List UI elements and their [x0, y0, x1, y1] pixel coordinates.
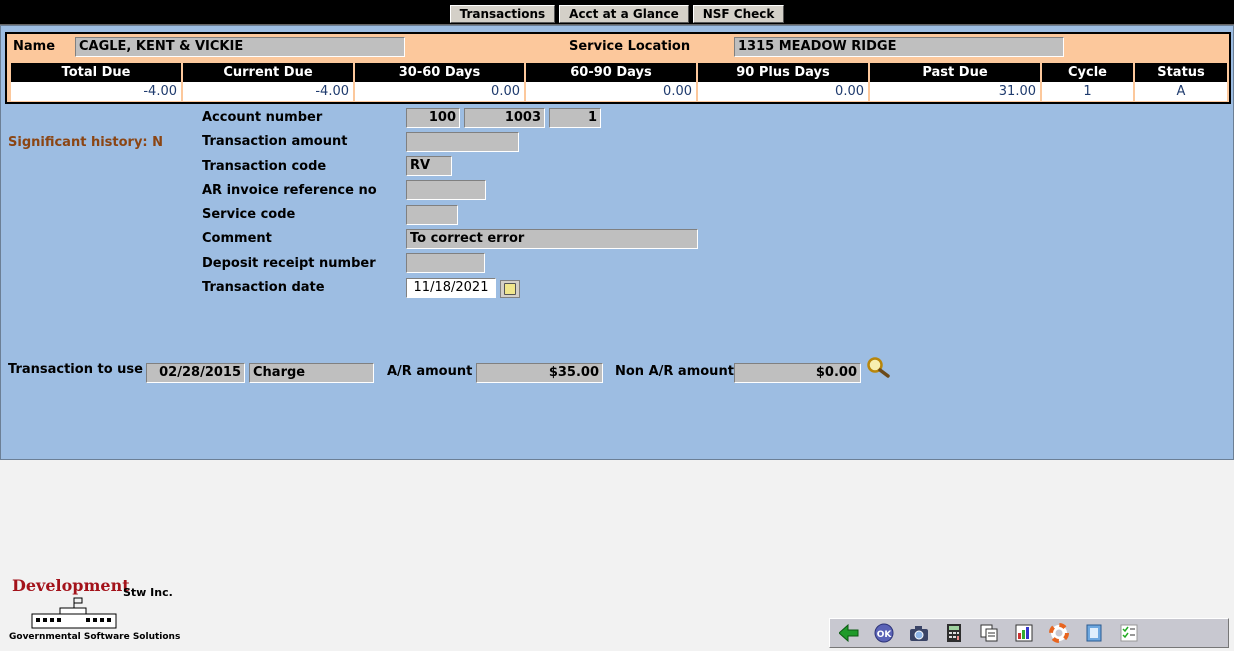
account-header-box: Name CAGLE, KENT & VICKIE Service Locati… — [5, 32, 1231, 104]
checklist-icon[interactable] — [1118, 622, 1140, 644]
transaction-to-use-date: 02/28/2015 — [146, 363, 245, 383]
30-60-days-value: 0.00 — [353, 82, 525, 101]
transaction-date-input[interactable]: 11/18/2021 — [406, 278, 496, 298]
col-cycle: Cycle — [1040, 63, 1134, 82]
calculator-icon[interactable] — [943, 622, 965, 644]
tab-nsf-check[interactable]: NSF Check — [692, 5, 785, 23]
ar-amount-value: $35.00 — [476, 363, 603, 383]
col-30-60-days: 30-60 Days — [353, 63, 525, 82]
bottom-toolbar: OK — [829, 618, 1229, 648]
transaction-date-label: Transaction date — [202, 280, 325, 295]
account-number-label: Account number — [202, 110, 323, 125]
account-number-part-2[interactable]: 1003 — [464, 108, 545, 128]
transaction-code-label: Transaction code — [202, 159, 327, 174]
status-value: A — [1133, 82, 1227, 101]
transaction-to-use-type: Charge — [249, 363, 374, 383]
non-ar-amount-label: Non A/R amount — [615, 364, 734, 379]
account-number-part-1[interactable]: 100 — [406, 108, 460, 128]
top-tab-bar: Transactions Acct at a Glance NSF Check — [0, 0, 1234, 25]
transaction-amount-input[interactable] — [406, 132, 519, 152]
col-total-due: Total Due — [11, 63, 182, 82]
60-90-days-value: 0.00 — [524, 82, 697, 101]
name-label: Name — [13, 39, 56, 54]
summary-header-row: Total Due Current Due 30-60 Days 60-90 D… — [11, 63, 1227, 82]
logo-tagline: Governmental Software Solutions — [9, 632, 181, 642]
ar-invoice-label: AR invoice reference no — [202, 183, 377, 198]
transaction-code-input[interactable]: RV — [406, 156, 452, 176]
svg-text:OK: OK — [877, 630, 893, 640]
comment-input[interactable]: To correct error — [406, 229, 698, 249]
service-location-label: Service Location — [569, 39, 691, 54]
account-number-part-3[interactable]: 1 — [549, 108, 601, 128]
help-lifebuoy-icon[interactable] — [1048, 622, 1070, 644]
copy-icon[interactable] — [978, 622, 1000, 644]
col-status: Status — [1133, 63, 1227, 82]
ar-amount-label: A/R amount — [387, 364, 473, 379]
logo-development-text: Development — [12, 576, 130, 595]
calendar-icon[interactable] — [500, 280, 520, 298]
notes-icon[interactable] — [1083, 622, 1105, 644]
building-icon — [31, 597, 117, 629]
col-past-due: Past Due — [868, 63, 1041, 82]
significant-history: Significant history: N — [8, 135, 164, 150]
ar-invoice-input[interactable] — [406, 180, 486, 200]
deposit-receipt-input[interactable] — [406, 253, 485, 273]
comment-label: Comment — [202, 231, 272, 246]
transaction-amount-label: Transaction amount — [202, 134, 348, 149]
service-code-label: Service code — [202, 207, 296, 222]
company-logo: Development Stw Inc. Governmental Softwa… — [8, 576, 198, 646]
current-due-value: -4.00 — [181, 82, 354, 101]
90-plus-days-value: 0.00 — [696, 82, 869, 101]
summary-value-row: -4.00 -4.00 0.00 0.00 0.00 31.00 1 A — [11, 82, 1227, 101]
name-field: CAGLE, KENT & VICKIE — [75, 37, 405, 57]
service-code-input[interactable] — [406, 205, 458, 225]
tab-transactions[interactable]: Transactions — [449, 5, 556, 23]
back-arrow-icon[interactable] — [838, 622, 860, 644]
cycle-value: 1 — [1040, 82, 1134, 101]
transaction-to-use-label: Transaction to use — [8, 362, 143, 377]
camera-icon[interactable] — [908, 622, 930, 644]
logo-stw-text: Stw Inc. — [123, 586, 173, 599]
ok-icon[interactable]: OK — [873, 622, 895, 644]
non-ar-amount-value: $0.00 — [734, 363, 861, 383]
col-current-due: Current Due — [181, 63, 354, 82]
past-due-value: 31.00 — [868, 82, 1041, 101]
tab-acct-at-a-glance[interactable]: Acct at a Glance — [559, 5, 689, 23]
service-location-field: 1315 MEADOW RIDGE — [734, 37, 1064, 57]
search-icon[interactable] — [866, 356, 890, 378]
transaction-panel: Name CAGLE, KENT & VICKIE Service Locati… — [0, 25, 1234, 460]
col-60-90-days: 60-90 Days — [524, 63, 697, 82]
col-90-plus-days: 90 Plus Days — [696, 63, 869, 82]
deposit-receipt-label: Deposit receipt number — [202, 256, 376, 271]
total-due-value: -4.00 — [11, 82, 182, 101]
report-icon[interactable] — [1013, 622, 1035, 644]
account-summary-table: Total Due Current Due 30-60 Days 60-90 D… — [11, 63, 1227, 101]
